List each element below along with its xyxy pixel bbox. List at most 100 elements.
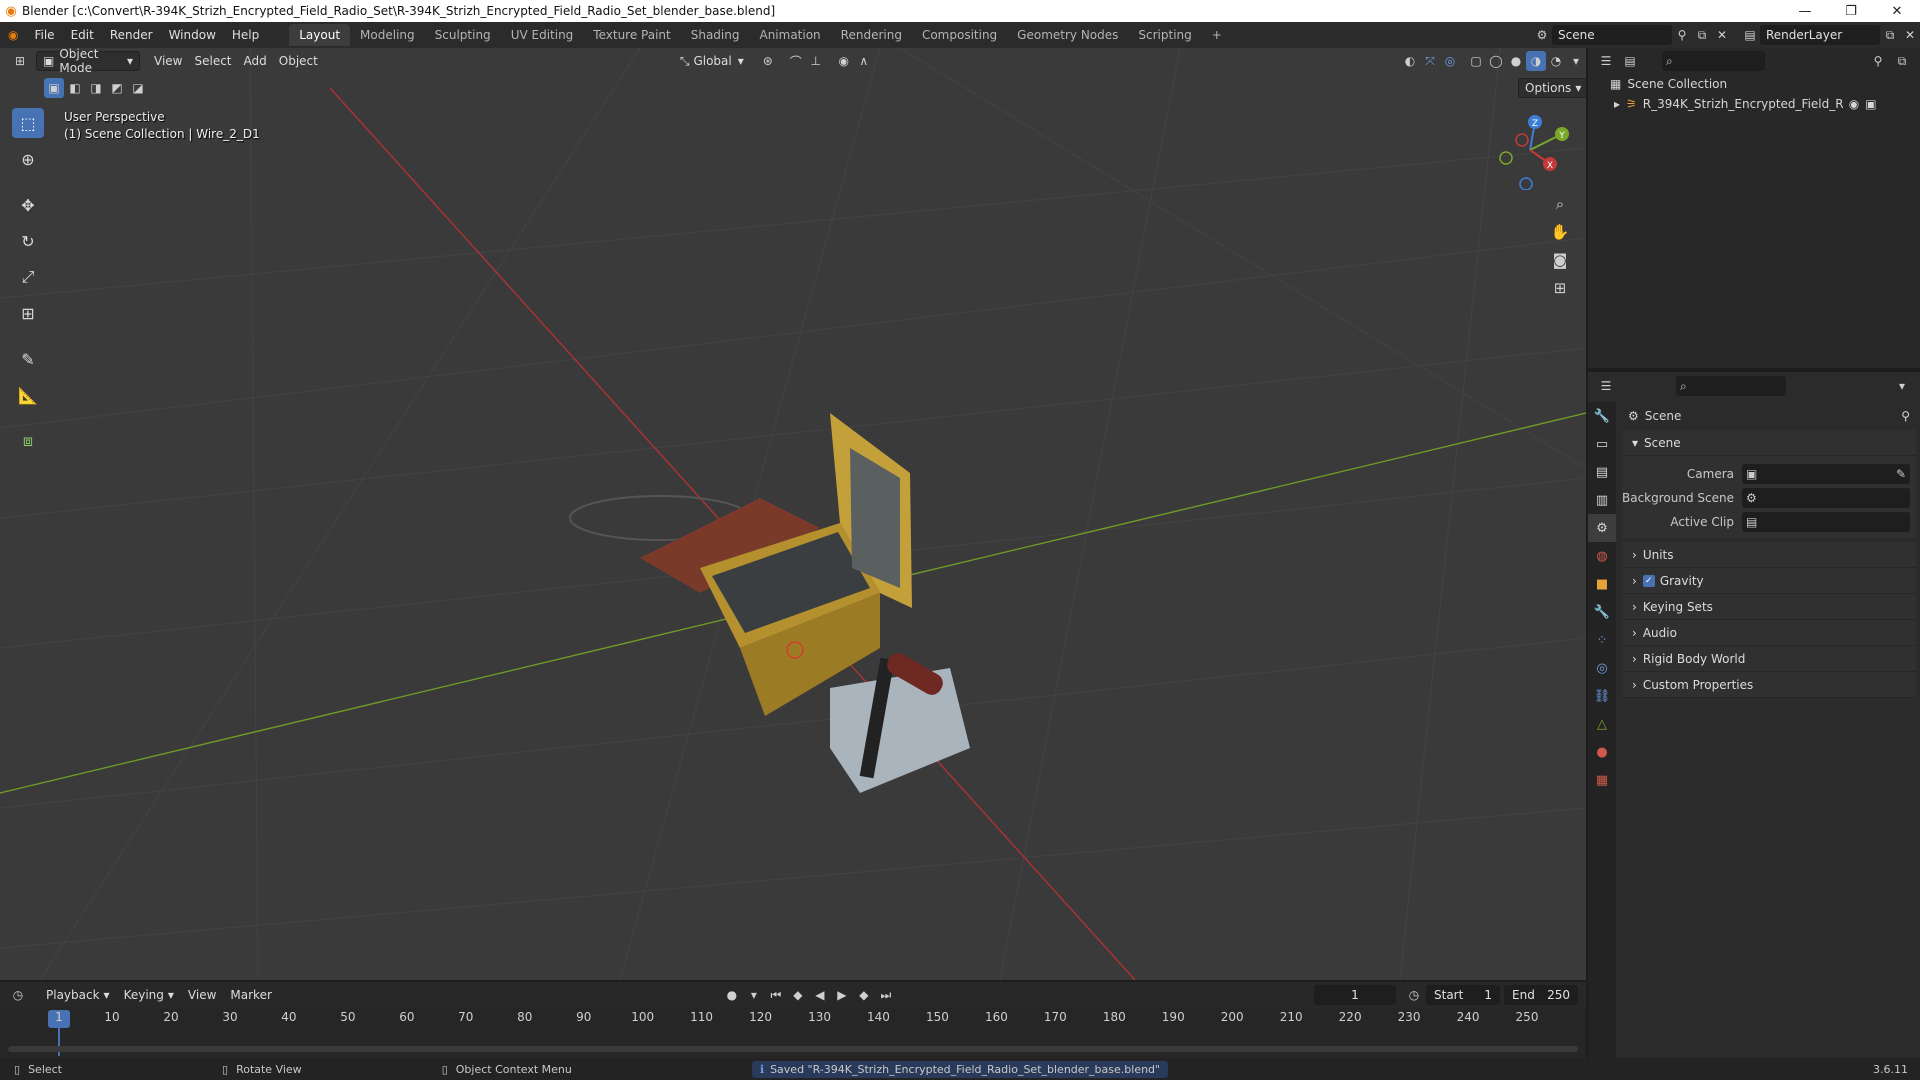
tab-compositing[interactable]: Compositing bbox=[912, 24, 1007, 46]
3d-viewport[interactable]: ⊞ ▣ Object Mode ▾ View Select Add Object… bbox=[0, 48, 1586, 980]
menu-window[interactable]: Window bbox=[161, 22, 224, 48]
tab-modeling[interactable]: Modeling bbox=[350, 24, 425, 46]
rendered-shading-icon[interactable]: ◔ bbox=[1546, 51, 1566, 71]
menu-keying[interactable]: Keying ▾ bbox=[118, 985, 180, 1005]
audio-panel-header[interactable]: › Audio bbox=[1622, 620, 1916, 646]
tab-texture-paint[interactable]: Texture Paint bbox=[583, 24, 680, 46]
snap-target-icon[interactable]: ⊥ bbox=[806, 51, 826, 71]
world-tab-icon[interactable]: ◍ bbox=[1588, 542, 1616, 570]
menu-view[interactable]: View bbox=[148, 51, 188, 71]
particles-tab-icon[interactable]: ⁘ bbox=[1588, 626, 1616, 654]
outliner-item[interactable]: ▸ ⚞ R_394K_Strizh_Encrypted_Field_Radio_… bbox=[1588, 94, 1920, 114]
gravity-checkbox[interactable]: ✓ bbox=[1642, 574, 1655, 587]
menu-edit[interactable]: Edit bbox=[63, 22, 102, 48]
object-tab-icon[interactable]: ■ bbox=[1588, 570, 1616, 598]
menu-playback[interactable]: Playback ▾ bbox=[40, 985, 116, 1005]
select-subtract-icon[interactable]: ◨ bbox=[86, 78, 106, 98]
transform-orientation-dropdown[interactable]: ⤡ Global ▾ bbox=[674, 51, 750, 71]
mode-dropdown[interactable]: ▣ Object Mode ▾ bbox=[36, 48, 140, 75]
xray-icon[interactable]: ▢ bbox=[1466, 51, 1486, 71]
tab-scripting[interactable]: Scripting bbox=[1128, 24, 1201, 46]
jump-start-icon[interactable]: ⏮ bbox=[766, 985, 786, 1005]
annotate-tool-icon[interactable]: ✎ bbox=[12, 344, 44, 374]
display-mode-icon[interactable]: ▤ bbox=[1620, 51, 1640, 71]
texture-tab-icon[interactable]: ▦ bbox=[1588, 766, 1616, 794]
pin-icon[interactable]: ⚲ bbox=[1672, 25, 1692, 45]
expand-arrow-icon[interactable]: ▸ bbox=[1614, 97, 1620, 111]
record-icon[interactable]: ● bbox=[722, 985, 742, 1005]
add-workspace-button[interactable]: + bbox=[1202, 24, 1232, 46]
tab-sculpting[interactable]: Sculpting bbox=[425, 24, 501, 46]
properties-search-input[interactable]: ⌕ bbox=[1676, 376, 1786, 396]
tab-uv-editing[interactable]: UV Editing bbox=[501, 24, 584, 46]
solid-shading-icon[interactable]: ● bbox=[1506, 51, 1526, 71]
editor-type-icon[interactable]: ⊞ bbox=[10, 51, 30, 71]
play-reverse-icon[interactable]: ◀ bbox=[810, 985, 830, 1005]
current-frame-field[interactable]: 1 bbox=[1314, 985, 1396, 1005]
select-extend-icon[interactable]: ◧ bbox=[65, 78, 85, 98]
add-cube-tool-icon[interactable]: ⧈ bbox=[12, 426, 44, 456]
units-panel-header[interactable]: › Units bbox=[1622, 542, 1916, 568]
transform-tool-icon[interactable]: ⊞ bbox=[12, 298, 44, 328]
menu-add[interactable]: Add bbox=[238, 51, 273, 71]
filter-icon[interactable]: ⚲ bbox=[1868, 51, 1888, 71]
end-frame-field[interactable]: End 250 bbox=[1504, 985, 1578, 1005]
menu-render[interactable]: Render bbox=[102, 22, 161, 48]
tool-tab-icon[interactable]: 🔧 bbox=[1588, 402, 1616, 430]
scene-icon[interactable]: ⚙ bbox=[1532, 25, 1552, 45]
measure-tool-icon[interactable]: 📐 bbox=[12, 380, 44, 410]
menu-timeline-view[interactable]: View bbox=[182, 985, 222, 1005]
cursor-tool-icon[interactable]: ⊕ bbox=[12, 144, 44, 174]
material-shading-icon[interactable]: ◑ bbox=[1526, 51, 1546, 71]
tab-rendering[interactable]: Rendering bbox=[831, 24, 912, 46]
constraints-tab-icon[interactable]: ⛓ bbox=[1588, 682, 1616, 710]
pan-hand-icon[interactable]: ✋ bbox=[1550, 222, 1570, 242]
rigid-body-world-panel-header[interactable]: › Rigid Body World bbox=[1622, 646, 1916, 672]
modifier-tab-icon[interactable]: 🔧 bbox=[1588, 598, 1616, 626]
navigation-gizmo[interactable]: Z Y X bbox=[1490, 110, 1570, 190]
material-tab-icon[interactable]: ● bbox=[1588, 738, 1616, 766]
select-intersect-icon[interactable]: ◪ bbox=[128, 78, 148, 98]
play-icon[interactable]: ▶ bbox=[832, 985, 852, 1005]
snap-icon[interactable]: ⌒ bbox=[786, 51, 806, 71]
falloff-icon[interactable]: ∧ bbox=[854, 51, 874, 71]
scene-selector[interactable]: Scene bbox=[1552, 25, 1672, 45]
render-tab-icon[interactable]: ▭ bbox=[1588, 430, 1616, 458]
keying-sets-panel-header[interactable]: › Keying Sets bbox=[1622, 594, 1916, 620]
output-tab-icon[interactable]: ▤ bbox=[1588, 458, 1616, 486]
chevron-down-icon[interactable]: ▾ bbox=[1892, 376, 1912, 396]
visibility-icon[interactable]: ◐ bbox=[1400, 51, 1420, 71]
data-tab-icon[interactable]: △ bbox=[1588, 710, 1616, 738]
options-dropdown[interactable]: Options ▾ bbox=[1518, 78, 1586, 98]
gizmo-toggle-icon[interactable]: ⤧ bbox=[1420, 51, 1440, 71]
active-clip-field[interactable]: ▤ bbox=[1742, 512, 1910, 532]
minimize-button[interactable]: — bbox=[1782, 0, 1828, 22]
scene-panel-header[interactable]: ▾ Scene bbox=[1622, 430, 1916, 456]
delete-layer-icon[interactable]: ✕ bbox=[1900, 25, 1920, 45]
eye-icon[interactable]: ◉ bbox=[1849, 97, 1859, 111]
physics-tab-icon[interactable]: ◎ bbox=[1588, 654, 1616, 682]
start-frame-field[interactable]: Start 1 bbox=[1426, 985, 1500, 1005]
next-keyframe-icon[interactable]: ◆ bbox=[854, 985, 874, 1005]
rotate-tool-icon[interactable]: ↻ bbox=[12, 226, 44, 256]
select-invert-icon[interactable]: ◩ bbox=[107, 78, 127, 98]
camera-icon[interactable]: ▣ bbox=[1865, 97, 1876, 111]
chevron-down-icon[interactable]: ▾ bbox=[1566, 51, 1586, 71]
outliner-root-row[interactable]: ▦ Scene Collection bbox=[1588, 74, 1920, 94]
camera-field[interactable]: ▣ ✎ bbox=[1742, 464, 1910, 484]
select-box-tool-icon[interactable]: ⬚ bbox=[12, 108, 44, 138]
menu-help[interactable]: Help bbox=[224, 22, 267, 48]
camera-view-icon[interactable]: ◙ bbox=[1550, 250, 1570, 270]
new-scene-icon[interactable]: ⧉ bbox=[1692, 25, 1712, 45]
select-new-icon[interactable]: ▣ bbox=[44, 78, 64, 98]
menu-select[interactable]: Select bbox=[188, 51, 237, 71]
gravity-panel-header[interactable]: › ✓ Gravity bbox=[1622, 568, 1916, 594]
eyedropper-icon[interactable]: ✎ bbox=[1896, 467, 1906, 481]
scale-tool-icon[interactable]: ⤢ bbox=[12, 262, 44, 292]
proportional-edit-icon[interactable]: ◉ bbox=[834, 51, 854, 71]
timeline-scrollbar[interactable] bbox=[8, 1046, 1578, 1052]
jump-end-icon[interactable]: ⏭ bbox=[876, 985, 896, 1005]
view-layer-tab-icon[interactable]: ▥ bbox=[1588, 486, 1616, 514]
tab-shading[interactable]: Shading bbox=[681, 24, 750, 46]
custom-properties-panel-header[interactable]: › Custom Properties bbox=[1622, 672, 1916, 698]
